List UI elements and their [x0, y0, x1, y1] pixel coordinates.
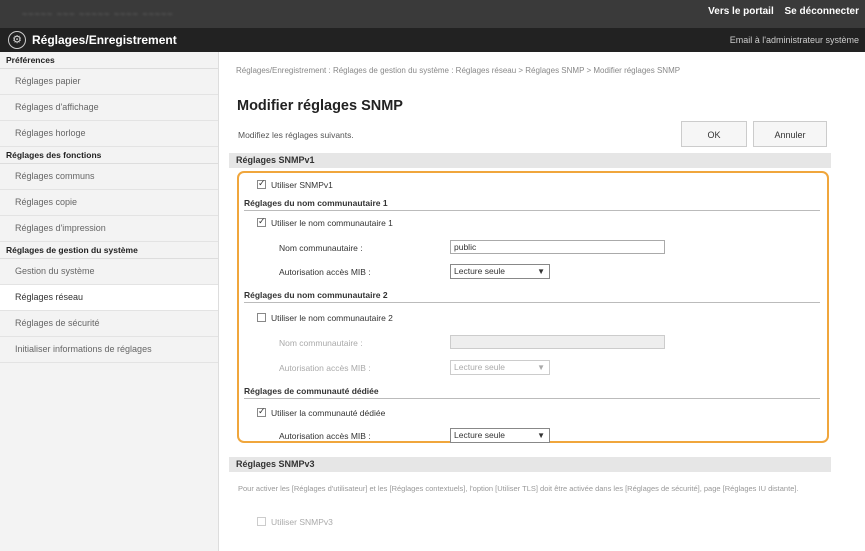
community1-name-field[interactable]: public [450, 240, 665, 254]
sidebar-item-copy[interactable]: Réglages copie [0, 190, 218, 216]
cancel-button[interactable]: Annuler [753, 121, 827, 147]
gear-icon: ⚙ [8, 31, 26, 49]
chevron-down-icon: ▼ [537, 267, 545, 276]
sidebar: Préférences Réglages papier Réglages d'a… [0, 52, 219, 551]
community2-heading: Réglages du nom communautaire 2 [244, 290, 388, 300]
sidebar-item-system-management[interactable]: Gestion du système [0, 259, 218, 285]
sidebar-item-display[interactable]: Réglages d'affichage [0, 95, 218, 121]
sidebar-item-common[interactable]: Réglages communs [0, 164, 218, 190]
admin-email-link[interactable]: Email à l'administrateur système [730, 35, 859, 45]
community2-name-label: Nom communautaire : [279, 338, 363, 348]
community1-mib-value: Lecture seule [454, 266, 506, 276]
community1-mib-label: Autorisation accès MIB : [279, 267, 371, 277]
sidebar-item-paper[interactable]: Réglages papier [0, 69, 218, 95]
page-title: Modifier réglages SNMP [237, 98, 403, 114]
top-bar: ~~~~~ ~~~ ~~~~~ ~~~~ ~~~~~ Vers le porta… [0, 0, 865, 28]
use-dedicated-label: Utiliser la communauté dédiée [271, 408, 386, 418]
divider [244, 210, 820, 211]
top-links: Vers le portail Se déconnecter [700, 6, 859, 17]
community2-mib-value: Lecture seule [454, 362, 506, 372]
dedicated-mib-value: Lecture seule [454, 430, 506, 440]
sidebar-item-network[interactable]: Réglages réseau [0, 285, 218, 311]
highlight-frame [237, 171, 829, 443]
use-snmpv1-label: Utiliser SNMPv1 [271, 180, 333, 190]
use-community2-checkbox[interactable] [257, 313, 266, 322]
divider [244, 398, 820, 399]
portal-link[interactable]: Vers le portail [708, 6, 774, 17]
sidebar-item-security[interactable]: Réglages de sécurité [0, 311, 218, 337]
community1-name-label: Nom communautaire : [279, 243, 363, 253]
snmpv1-header: Réglages SNMPv1 [229, 153, 831, 168]
device-name: ~~~~~ ~~~ ~~~~~ ~~~~ ~~~~~ [22, 9, 174, 19]
ok-button[interactable]: OK [681, 121, 747, 147]
community2-mib-label: Autorisation accès MIB : [279, 363, 371, 373]
dedicated-mib-select[interactable]: Lecture seule ▼ [450, 428, 550, 443]
chevron-down-icon: ▼ [537, 363, 545, 372]
community2-name-field[interactable] [450, 335, 665, 349]
sidebar-item-print[interactable]: Réglages d'impression [0, 216, 218, 242]
sidebar-section-system: Réglages de gestion du système [0, 242, 218, 259]
use-community1-label: Utiliser le nom communautaire 1 [271, 218, 393, 228]
community1-mib-select[interactable]: Lecture seule ▼ [450, 264, 550, 279]
use-dedicated-row: Utiliser la communauté dédiée [257, 406, 386, 418]
use-community2-row: Utiliser le nom communautaire 2 [257, 313, 393, 323]
dedicated-heading: Réglages de communauté dédiée [244, 386, 379, 396]
snmpv3-header: Réglages SNMPv3 [229, 457, 831, 472]
use-community1-checkbox[interactable] [257, 216, 266, 227]
app-title: Réglages/Enregistrement [32, 33, 177, 47]
title-bar: ⚙ Réglages/Enregistrement Email à l'admi… [0, 28, 865, 52]
community1-heading: Réglages du nom communautaire 1 [244, 198, 388, 208]
use-snmpv1-checkbox[interactable] [257, 178, 266, 189]
use-community1-row: Utiliser le nom communautaire 1 [257, 216, 393, 228]
dedicated-mib-label: Autorisation accès MIB : [279, 431, 371, 441]
use-community2-label: Utiliser le nom communautaire 2 [271, 313, 393, 323]
sidebar-item-clock[interactable]: Réglages horloge [0, 121, 218, 147]
use-snmpv1-row: Utiliser SNMPv1 [257, 178, 333, 190]
use-dedicated-checkbox[interactable] [257, 406, 266, 417]
logout-link[interactable]: Se déconnecter [785, 6, 859, 17]
use-snmpv3-row: Utiliser SNMPv3 [257, 517, 333, 527]
sidebar-item-initialize[interactable]: Initialiser informations de réglages [0, 337, 218, 363]
intro-text: Modifiez les réglages suivants. [238, 130, 354, 140]
use-snmpv3-label: Utiliser SNMPv3 [271, 517, 333, 527]
sidebar-section-functions: Réglages des fonctions [0, 147, 218, 164]
snmpv3-note: Pour activer les [Réglages d'utilisateur… [238, 484, 799, 493]
breadcrumb: Réglages/Enregistrement : Réglages de ge… [236, 66, 681, 75]
sidebar-section-preferences: Préférences [0, 52, 218, 69]
chevron-down-icon: ▼ [537, 431, 545, 440]
community2-mib-select[interactable]: Lecture seule ▼ [450, 360, 550, 375]
divider [244, 302, 820, 303]
use-snmpv3-checkbox[interactable] [257, 517, 266, 526]
